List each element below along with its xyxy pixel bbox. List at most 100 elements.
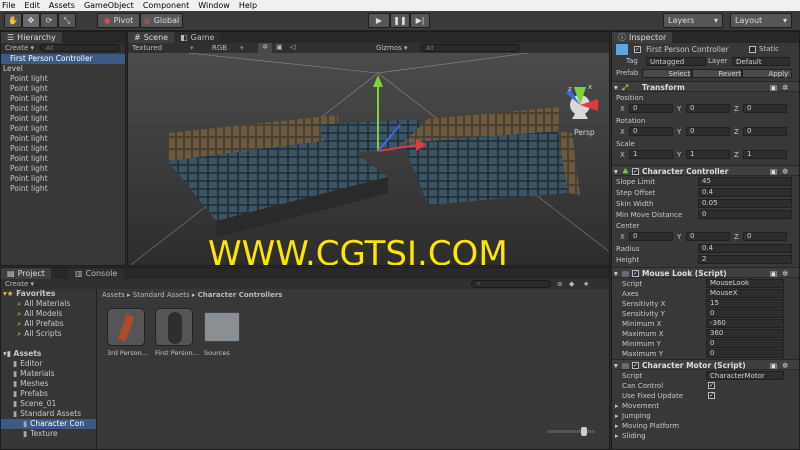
favorites-header[interactable]: ▾★ Favorites <box>1 289 96 299</box>
hierarchy-item[interactable]: Point light <box>1 74 125 84</box>
character-controller-header[interactable]: ▾ ♣ ✓ Character Controller ▣ ✲ <box>612 165 799 176</box>
script-field[interactable]: CharacterMotor <box>706 371 784 380</box>
pause-button[interactable]: ❚❚ <box>390 13 410 28</box>
layout-dropdown[interactable]: Layout ▾ <box>730 13 792 28</box>
vector-x-field[interactable]: 0 <box>629 104 673 113</box>
mouse-look-header[interactable]: ▾ ▤ ✓ Mouse Look (Script) ▣ ✲ <box>612 267 799 278</box>
global-button[interactable]: ◎ Global <box>140 13 183 28</box>
gear-icon[interactable]: ✲ <box>782 361 788 370</box>
property-field[interactable]: 0 <box>706 339 784 348</box>
favorite-item[interactable]: ⌕ All Scripts <box>1 329 96 339</box>
hand-tool-button[interactable]: ✋ <box>4 13 22 28</box>
book-icon[interactable]: ▣ <box>770 83 777 92</box>
lighting-toggle[interactable]: ✲ <box>258 43 272 53</box>
character-motor-header[interactable]: ▾ ▤ ✓ Character Motor (Script) ▣ ✲ <box>612 359 799 370</box>
menu-file[interactable]: File <box>2 1 15 10</box>
asset-first-person[interactable]: First Person... <box>155 308 199 357</box>
property-field[interactable]: 2 <box>698 255 792 264</box>
channel-dropdown[interactable]: RGB <box>212 44 227 52</box>
foldout-row[interactable]: ▸ Moving Platform <box>612 421 799 431</box>
static-checkbox[interactable] <box>749 46 756 53</box>
property-field[interactable]: 360 <box>706 329 784 338</box>
component-enabled-checkbox[interactable]: ✓ <box>632 362 639 369</box>
asset-folder-item[interactable]: ▮ Standard Assets <box>1 409 96 419</box>
menu-edit[interactable]: Edit <box>24 1 40 10</box>
gizmos-dropdown[interactable]: Gizmos ▾ <box>376 44 408 52</box>
asset-sources-folder[interactable]: Sources <box>204 312 244 357</box>
breadcrumb-assets[interactable]: Assets <box>102 291 125 299</box>
apply-button[interactable]: Apply <box>742 69 792 78</box>
book-icon[interactable]: ▣ <box>770 361 777 370</box>
component-enabled-checkbox[interactable]: ✓ <box>632 168 639 175</box>
asset-folder-item[interactable]: ▮ Materials <box>1 369 96 379</box>
tab-scene[interactable]: # Scene <box>128 32 175 43</box>
hierarchy-item[interactable]: Point light <box>1 164 125 174</box>
foldout-row[interactable]: ▸ Sliding <box>612 431 799 441</box>
asset-folder-item[interactable]: ▮ Prefabs <box>1 389 96 399</box>
gear-icon[interactable]: ✲ <box>782 83 788 92</box>
transform-header[interactable]: ▾ ⤢ Transform ▣ ✲ <box>612 81 799 92</box>
hierarchy-item[interactable]: Point light <box>1 94 125 104</box>
hierarchy-item[interactable]: Point light <box>1 134 125 144</box>
property-field[interactable]: 0 <box>706 349 784 358</box>
property-field[interactable]: 0 <box>698 210 792 219</box>
project-search-input[interactable]: ⌕ <box>471 280 551 288</box>
tab-console[interactable]: ▥ Console <box>68 268 124 279</box>
hierarchy-create-button[interactable]: Create ▾ <box>5 44 34 52</box>
step-button[interactable]: ▶| <box>410 13 430 28</box>
property-field[interactable]: -360 <box>706 319 784 328</box>
favorite-item[interactable]: ⌕ All Models <box>1 309 96 319</box>
select-button[interactable]: Select <box>642 69 692 78</box>
property-field[interactable]: 15 <box>706 299 784 308</box>
foldout-row[interactable]: ▸ Jumping <box>612 411 799 421</box>
menu-window[interactable]: Window <box>198 1 230 10</box>
menu-gameobject[interactable]: GameObject <box>84 1 134 10</box>
vector-x-field[interactable]: 0 <box>629 232 673 241</box>
property-field[interactable]: 45 <box>698 177 792 186</box>
asset-folder-item[interactable]: ▮ Editor <box>1 359 96 369</box>
audio-toggle[interactable]: ◁ <box>290 43 295 51</box>
menu-help[interactable]: Help <box>239 1 257 10</box>
persp-label[interactable]: Persp <box>574 128 595 137</box>
star-icon[interactable]: ★ <box>583 280 589 288</box>
vector-z-field[interactable]: 0 <box>743 127 787 136</box>
property-field[interactable]: 0.4 <box>698 188 792 197</box>
label-icon[interactable]: ◆ <box>569 280 574 288</box>
layer-dropdown[interactable]: Default <box>732 57 790 66</box>
property-field[interactable]: MouseX <box>706 289 784 298</box>
hierarchy-item[interactable]: Point light <box>1 84 125 94</box>
hierarchy-item[interactable]: Point light <box>1 174 125 184</box>
asset-folder-item[interactable]: ▮ Scene_01 <box>1 399 96 409</box>
hierarchy-search-input[interactable]: All <box>40 44 121 52</box>
render-mode-dropdown[interactable]: Textured <box>132 44 162 52</box>
vector-x-field[interactable]: 1 <box>629 150 673 159</box>
move-tool-button[interactable]: ✥ <box>22 13 40 28</box>
hierarchy-item[interactable]: Point light <box>1 124 125 134</box>
tab-hierarchy[interactable]: ☰ Hierarchy <box>1 32 62 43</box>
scene-search-input[interactable]: All <box>420 44 520 52</box>
zoom-slider[interactable] <box>547 427 595 436</box>
menu-assets[interactable]: Assets <box>49 1 75 10</box>
component-enabled-checkbox[interactable]: ✓ <box>632 270 639 277</box>
filter-icon[interactable]: ≡ <box>557 280 563 288</box>
project-create-button[interactable]: Create ▾ <box>5 280 34 288</box>
vector-z-field[interactable]: 1 <box>743 150 787 159</box>
property-field[interactable]: 0.05 <box>698 199 792 208</box>
asset-folder-item[interactable]: ▮ Meshes <box>1 379 96 389</box>
property-field[interactable]: MouseLook <box>706 279 784 288</box>
vector-y-field[interactable]: 1 <box>686 150 730 159</box>
scene-viewport[interactable]: x z Persp WWW.CGTSJ.COM <box>128 53 610 266</box>
asset-3rd-person[interactable]: 3rd Person... <box>107 308 151 357</box>
property-field[interactable]: 0.4 <box>698 244 792 253</box>
vector-y-field[interactable]: 0 <box>686 104 730 113</box>
favorite-item[interactable]: ⌕ All Materials <box>1 299 96 309</box>
layers-dropdown[interactable]: Layers ▾ <box>663 13 723 28</box>
breadcrumb-standard-assets[interactable]: Standard Assets <box>133 291 190 299</box>
object-name-field[interactable]: First Person Controller <box>646 45 729 54</box>
favorite-item[interactable]: ⌕ All Prefabs <box>1 319 96 329</box>
pivot-button[interactable]: ◉ Pivot <box>97 13 140 28</box>
tab-inspector[interactable]: ⓘ Inspector <box>612 32 673 43</box>
vector-y-field[interactable]: 0 <box>686 127 730 136</box>
tag-dropdown[interactable]: Untagged <box>646 57 706 66</box>
gear-icon[interactable]: ✲ <box>782 167 788 176</box>
